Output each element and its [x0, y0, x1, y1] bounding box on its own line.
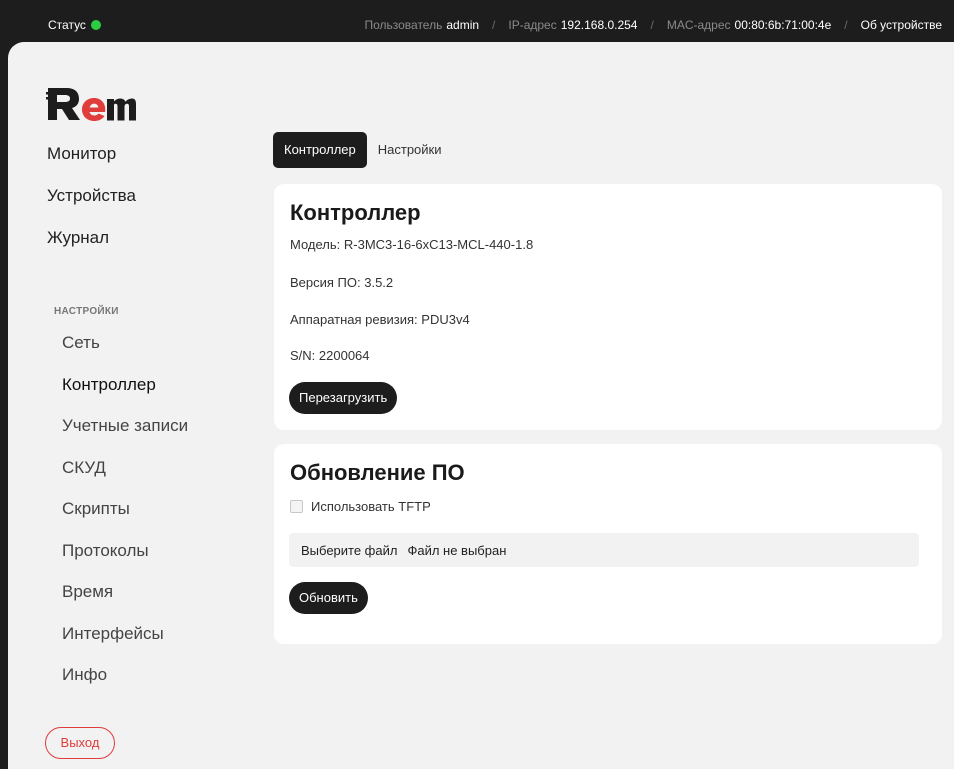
tftp-label: Использовать TFTP — [311, 499, 431, 514]
sidebar-item-time[interactable]: Время — [62, 581, 188, 623]
separator: / — [650, 18, 654, 32]
controller-card: Контроллер Модель: R-3MC3-16-6xC13-MCL-4… — [274, 184, 942, 430]
firmware-update-card: Обновление ПО Использовать TFTP Выберите… — [274, 444, 942, 644]
file-input[interactable]: Выберите файл Файл не выбран — [289, 533, 919, 567]
model-text: Модель: R-3MC3-16-6xC13-MCL-440-1.8 — [290, 237, 534, 252]
tftp-option: Использовать TFTP — [290, 499, 431, 514]
sidebar-item-interfaces[interactable]: Интерфейсы — [62, 623, 188, 665]
sidebar-item-controller[interactable]: Контроллер — [62, 374, 188, 416]
settings-section-title: НАСТРОЙКИ — [54, 306, 119, 317]
ip-label: IP-адрес — [508, 18, 557, 32]
status-label: Статус — [48, 18, 86, 32]
sidebar-item-network[interactable]: Сеть — [62, 332, 188, 374]
firmware-version-text: Версия ПО: 3.5.2 — [290, 275, 394, 290]
sidebar-main-nav: Монитор Устройства Журнал — [47, 143, 136, 269]
rem-logo-icon[interactable] — [46, 82, 136, 122]
device-info: Пользователь admin / IP-адрес 192.168.0.… — [364, 18, 942, 32]
update-card-title: Обновление ПО — [290, 460, 465, 485]
logout-button[interactable]: Выход — [45, 727, 115, 759]
sidebar-item-accounts[interactable]: Учетные записи — [62, 415, 188, 457]
update-button[interactable]: Обновить — [289, 582, 368, 614]
serial-number-text: S/N: 2200064 — [290, 348, 370, 363]
separator: / — [844, 18, 848, 32]
sidebar-item-info[interactable]: Инфо — [62, 664, 188, 706]
tab-controller[interactable]: Контроллер — [273, 132, 367, 168]
sidebar-item-devices[interactable]: Устройства — [47, 185, 136, 227]
status-dot-icon — [90, 20, 101, 30]
user-value: admin — [446, 18, 480, 32]
sidebar-item-journal[interactable]: Журнал — [47, 227, 136, 269]
file-name-text: Файл не выбран — [407, 542, 507, 558]
hardware-revision-text: Аппаратная ревизия: PDU3v4 — [290, 312, 470, 327]
separator: / — [492, 18, 496, 32]
tftp-checkbox[interactable] — [290, 500, 303, 513]
ip-value: 192.168.0.254 — [560, 18, 638, 32]
user-label: Пользователь — [364, 18, 443, 32]
tab-bar: Контроллер Настройки — [273, 132, 453, 168]
sidebar-item-protocols[interactable]: Протоколы — [62, 540, 188, 582]
sidebar-item-scripts[interactable]: Скрипты — [62, 498, 188, 540]
choose-file-button[interactable]: Выберите файл — [289, 543, 406, 558]
mac-value: 00:80:6b:71:00:4e — [734, 18, 832, 32]
mac-label: MAC-адрес — [666, 18, 731, 32]
reboot-button[interactable]: Перезагрузить — [289, 382, 398, 414]
sidebar-item-access-control[interactable]: СКУД — [62, 457, 188, 499]
status-indicator: Статус — [48, 18, 101, 32]
sidebar-item-monitor[interactable]: Монитор — [47, 143, 136, 185]
about-device-link[interactable]: Об устройстве — [861, 18, 942, 32]
tab-settings[interactable]: Настройки — [367, 132, 453, 168]
controller-card-title: Контроллер — [290, 200, 421, 225]
main-panel: Монитор Устройства Журнал НАСТРОЙКИ Сеть… — [8, 42, 954, 769]
sidebar-settings-nav: Сеть Контроллер Учетные записи СКУД Скри… — [62, 332, 188, 706]
